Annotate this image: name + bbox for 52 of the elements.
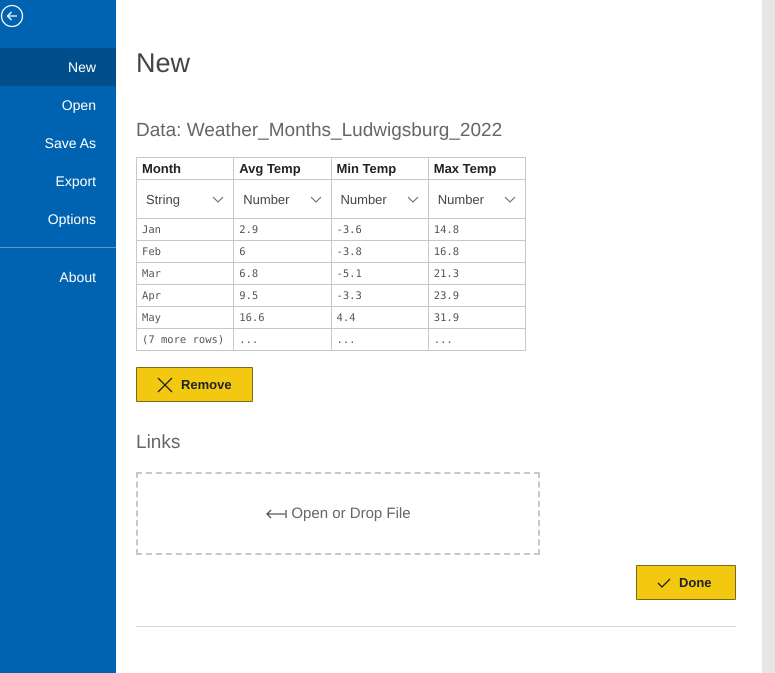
type-label: Number <box>243 192 290 206</box>
table-cell: -3.8 <box>331 240 428 262</box>
table-cell: 9.5 <box>234 284 331 306</box>
table-cell: ... <box>428 328 526 350</box>
table-cell: Feb <box>136 240 234 262</box>
type-label: Number <box>438 192 484 206</box>
table-cell: 21.3 <box>428 262 526 284</box>
table-cell: 16.8 <box>428 240 526 262</box>
table-cell: Mar <box>136 262 234 284</box>
column-header: Max Temp <box>428 158 526 180</box>
table-cell: May <box>136 306 234 328</box>
page-title: New <box>136 48 192 80</box>
chevron-down-icon <box>504 196 516 202</box>
table-cell: ... <box>331 328 428 350</box>
arrow-left-icon <box>265 508 288 520</box>
links-heading: Links <box>136 432 182 454</box>
table-cell: 2.9 <box>234 218 331 240</box>
column-header: Month <box>136 158 234 180</box>
data-heading: Data: Weather_Months_Ludwigsburg_2022 <box>136 120 504 142</box>
done-button[interactable]: Done <box>636 565 736 600</box>
chevron-down-icon <box>212 196 224 202</box>
remove-button[interactable]: Remove <box>136 367 253 402</box>
table-cell: -5.1 <box>331 262 428 284</box>
table-cell: 6.8 <box>234 262 331 284</box>
table-cell: ... <box>234 328 331 350</box>
table-cell: (7 more rows) <box>136 328 234 350</box>
table-cell: 4.4 <box>331 306 428 328</box>
sidebar-item[interactable]: New <box>0 48 116 86</box>
chevron-down-icon <box>310 196 322 202</box>
table-cell: -3.3 <box>331 284 428 306</box>
table-cell: 31.9 <box>428 306 526 328</box>
type-label: Number <box>340 192 387 206</box>
file-drop-zone[interactable]: Open or Drop File <box>136 472 540 555</box>
checkmark-icon <box>657 578 671 588</box>
type-label: String <box>146 192 180 206</box>
sidebar-item[interactable]: Save As <box>0 124 116 162</box>
table-cell: 6 <box>234 240 331 262</box>
table-cell: -3.6 <box>331 218 428 240</box>
column-header: Min Temp <box>331 158 428 180</box>
chevron-down-icon <box>406 196 419 202</box>
sidebar-item[interactable]: Open <box>0 86 116 124</box>
sidebar-item[interactable]: Options <box>0 200 116 238</box>
column-header: Avg Temp <box>234 158 331 180</box>
table-cell: 23.9 <box>428 284 526 306</box>
table-cell: Apr <box>136 284 234 306</box>
sidebar-item[interactable]: Export <box>0 162 116 200</box>
back-icon[interactable] <box>0 4 24 28</box>
table-cell: 16.6 <box>234 306 331 328</box>
sidebar-item[interactable]: About <box>0 258 116 296</box>
close-icon <box>157 376 173 392</box>
table-cell: Jan <box>136 218 234 240</box>
table-cell: 14.8 <box>428 218 526 240</box>
